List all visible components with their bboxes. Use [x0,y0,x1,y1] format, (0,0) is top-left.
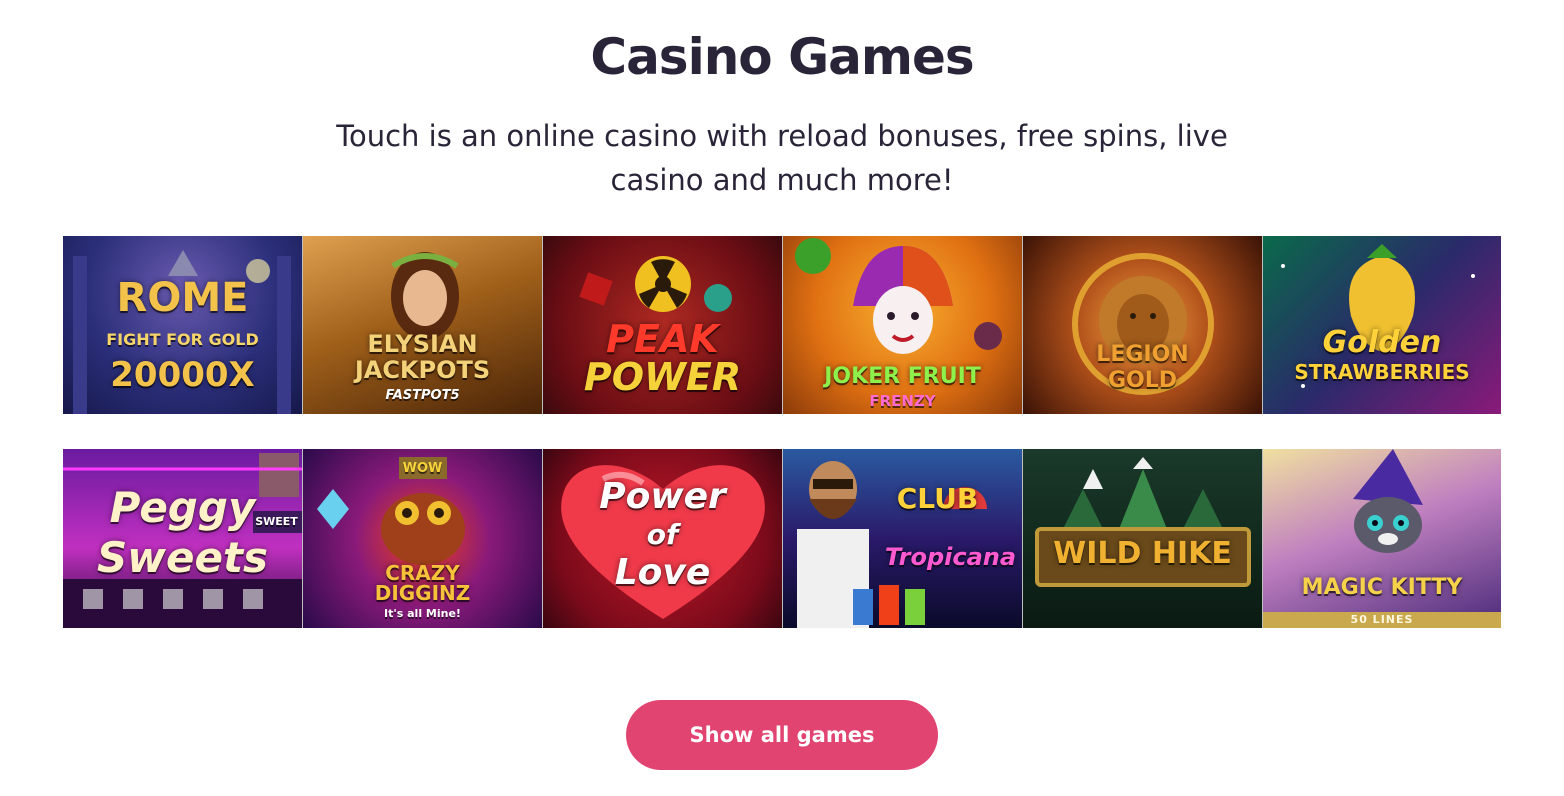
wow-sign: WOW [402,461,443,476]
club-tropicana-art [797,461,987,628]
game-title-line-2: FIGHT FOR GOLD [106,330,259,349]
show-all-games-button[interactable]: Show all games [626,700,938,770]
game-title-line-2: DIGGINZ [374,581,471,605]
game-title-line-1: MAGIC KITTY [1301,575,1463,600]
game-tile-joker-fruit-frenzy[interactable]: JOKER FRUIT FRENZY [783,236,1023,414]
game-tile-elysian-jackpots[interactable]: ELYSIAN JACKPOTS FASTPOT5 [303,236,543,414]
section-subtitle: Touch is an online casino with reload bo… [282,114,1282,202]
game-tile-club-tropicana[interactable]: CLUB Tropicana [783,449,1023,628]
game-tile-power-of-love[interactable]: Power of Love [543,449,783,628]
game-title-line-3: Love [614,552,711,593]
game-title-line-2: Tropicana [884,543,1017,571]
game-title-line-3: FASTPOT5 [385,388,460,403]
game-title-line-1: JOKER FRUIT [824,364,981,389]
game-tile-crazy-digginz[interactable]: WOW CRAZY DIGGINZ It's all Mine! [303,449,543,628]
game-title-line-1: LEGION [1096,342,1189,367]
game-tile-peggy-sweets[interactable]: SWEET Peggy Sweets [63,449,303,628]
game-title-line-3: It's all Mine! [384,607,461,620]
lines-strip: 50 LINES [1263,612,1501,628]
game-title-line-1: CLUB [896,482,979,515]
game-title-line-1: ELYSIAN [367,330,478,358]
game-tile-magic-kitty[interactable]: MAGIC KITTY 50 LINES [1263,449,1501,628]
game-title-line-2: GOLD [1107,368,1178,393]
game-title-line-2: JACKPOTS [354,356,491,384]
magic-kitty-art [1353,449,1423,553]
game-title-line-1: Peggy [109,483,256,532]
section-title: Casino Games [590,28,974,86]
game-title-line-1: Power [599,476,726,517]
game-tile-golden-strawberries[interactable]: Golden STRAWBERRIES [1263,236,1501,414]
game-title-line-1: PEAK [606,317,719,361]
game-title-line-1: Golden [1322,325,1442,360]
games-row-1: ROME FIGHT FOR GOLD 20000X ELYSIAN JACKP… [63,236,1501,414]
game-tile-wild-hike[interactable]: WILD HIKE [1023,449,1263,628]
subtitle-line-2: casino and much more! [610,163,954,197]
subtitle-line-1: Touch is an online casino with reload bo… [336,119,1228,153]
game-title-line-1: ROME [116,275,249,321]
game-title-line-2: POWER [583,355,742,399]
game-tile-peak-power[interactable]: PEAK POWER [543,236,783,414]
game-tile-legion-gold[interactable]: LEGION GOLD [1023,236,1263,414]
game-tile-rome[interactable]: ROME FIGHT FOR GOLD 20000X [63,236,303,414]
games-row-2: SWEET Peggy Sweets WOW CRAZY DIGGINZ It'… [63,449,1501,628]
game-title-line-1: CRAZY [385,561,460,585]
game-title-line-2: STRAWBERRIES [1294,360,1470,384]
game-title-line-2: FRENZY [869,392,936,410]
game-title-line-3: 20000X [110,355,255,395]
game-title-line-2: Sweets [96,533,269,582]
game-title-line-1: WILD HIKE [1053,536,1232,571]
game-title-line-2: of [646,518,679,551]
